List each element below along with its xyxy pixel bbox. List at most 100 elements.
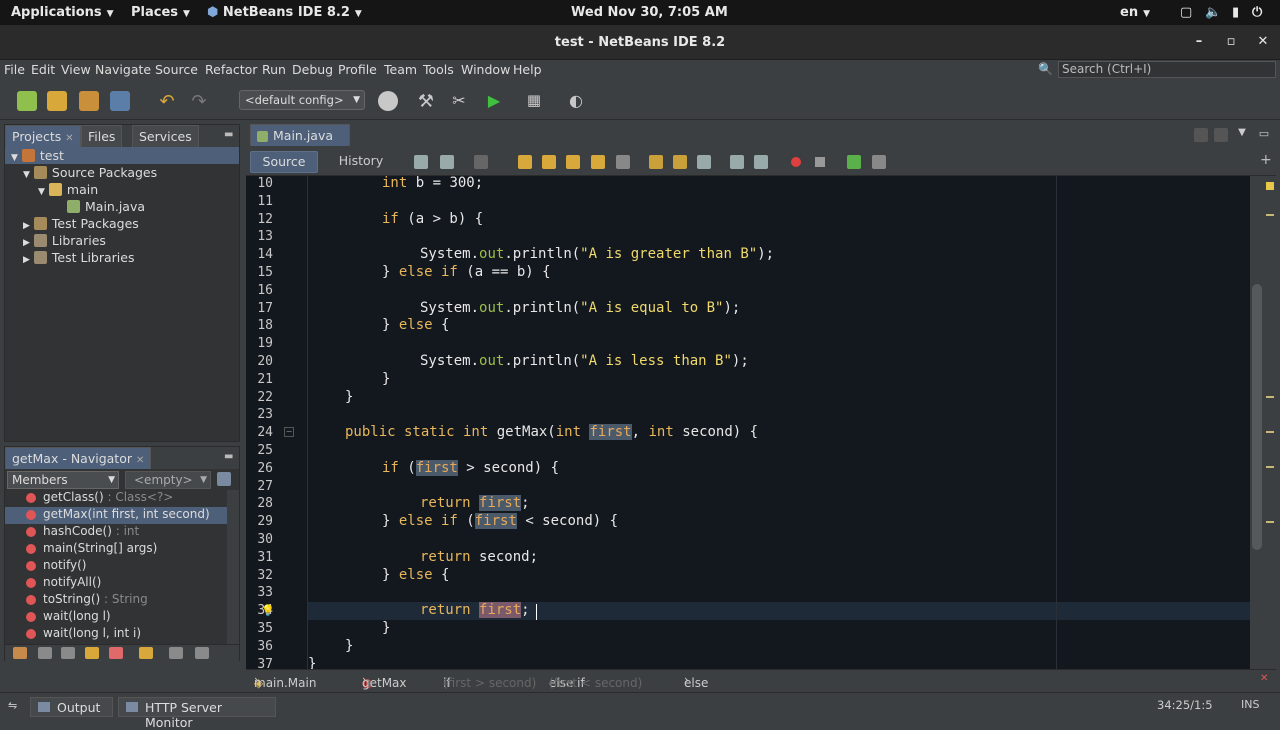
close-breadcrumb-icon[interactable]: ✕ [1260,673,1268,684]
filter-methods-icon[interactable] [109,647,123,659]
applications-menu[interactable]: Applications ▼ [11,5,114,20]
toggle-rect-select-icon[interactable] [616,155,630,169]
occurrence-marker[interactable] [1266,396,1274,398]
new-project-icon[interactable] [47,91,67,111]
member-notifyall[interactable]: notifyAll() [26,575,101,589]
menu-edit[interactable]: Edit [31,62,55,77]
shift-left-icon[interactable] [730,155,744,169]
menu-refactor[interactable]: Refactor [205,62,257,77]
tree-item-test-packages[interactable]: ▶ Test Packages [23,216,139,231]
tree-item-source-packages[interactable]: ▼ Source Packages [23,165,157,180]
member-hashcode[interactable]: hashCode() : int [26,524,139,538]
editor-vertical-scrollbar[interactable] [1250,176,1264,669]
search-icon[interactable]: 🔍 [1038,62,1054,78]
filter-fields-icon[interactable] [13,647,27,659]
menu-source[interactable]: Source [155,62,198,77]
tree-item-main-java[interactable]: Main.java [67,199,145,214]
previous-bookmark-icon[interactable] [649,155,663,169]
menu-navigate[interactable]: Navigate [95,62,151,77]
notifications-icon[interactable]: ⇋ [8,699,17,712]
menu-view[interactable]: View [61,62,91,77]
filter-inherited-icon[interactable] [85,647,99,659]
language-indicator[interactable]: en ▼ [1120,5,1150,20]
run-icon[interactable]: ▶ [484,91,504,111]
minimize-panel-icon[interactable]: ▬ [224,129,233,140]
fqn-icon[interactable] [195,647,209,659]
back-icon[interactable] [440,155,454,169]
shift-right-icon[interactable] [754,155,768,169]
menu-debug[interactable]: Debug [292,62,333,77]
toggle-bookmark-icon[interactable] [697,155,711,169]
next-bookmark-icon[interactable] [673,155,687,169]
tab-services[interactable]: Services [132,125,199,147]
start-macro-record-icon[interactable] [791,157,801,167]
menu-profile[interactable]: Profile [338,62,377,77]
fold-collapse-icon[interactable]: − [284,427,294,437]
occurrence-marker[interactable] [1266,431,1274,433]
minimize-panel-icon[interactable]: ▬ [224,451,233,462]
lightbulb-hint-icon[interactable]: 💡 [261,604,275,617]
build-hammer-icon[interactable]: ⚒ [416,91,436,112]
occurrence-marker[interactable] [1266,214,1274,216]
config-select[interactable]: <default config> ▼ [239,90,365,110]
tab-navigator[interactable]: getMax - Navigator ✕ [5,447,152,469]
breadcrumb-else[interactable]: else › [684,673,708,690]
search-input[interactable]: Search (Ctrl+I) [1058,61,1276,78]
debug-icon[interactable]: ▦ [524,91,544,111]
sort-source-icon[interactable] [169,647,183,659]
tab-main-java[interactable]: Main.java ✕ [250,124,350,158]
minimize-button[interactable]: – [1191,34,1207,50]
close-button[interactable]: ✕ [1255,34,1271,50]
profile-icon[interactable]: ◐ [566,91,586,111]
volume-icon[interactable]: 🔈 [1205,5,1221,20]
scroll-tabs-right-icon[interactable] [1214,128,1228,142]
tab-projects[interactable]: Projects ✕ [5,125,81,147]
tree-item-main[interactable]: ▼ main [38,182,98,197]
new-file-icon[interactable] [17,91,37,111]
history-tab[interactable]: History [326,151,396,173]
globe-icon[interactable] [378,91,398,111]
comment-icon[interactable] [847,155,861,169]
active-app-menu[interactable]: ⬢ NetBeans IDE 8.2 ▼ [207,5,362,20]
add-split-icon[interactable]: + [1260,152,1272,168]
close-icon[interactable]: ✕ [65,133,73,144]
maximize-button[interactable]: ▫ [1223,34,1239,50]
last-edit-icon[interactable] [414,155,428,169]
breadcrumb-class[interactable]: ◈ main.Main › [254,673,316,690]
tab-list-chevron-down-icon[interactable]: ▼ [1234,127,1250,142]
breadcrumb-method[interactable]: ◍ getMax › [362,673,407,690]
battery-icon[interactable]: ▮ [1232,5,1239,20]
output-button[interactable]: Output [30,697,113,717]
clean-build-icon[interactable]: ✂ [449,91,469,111]
member-notify[interactable]: notify() [26,558,86,572]
find-icon[interactable] [518,155,532,169]
member-tostring[interactable]: toString() : String [26,592,148,606]
save-all-icon[interactable] [110,91,130,111]
maximize-editor-icon[interactable]: ▭ [1256,127,1272,142]
clock[interactable]: Wed Nov 30, 7:05 AM [571,5,728,20]
window-toggle-icon[interactable]: ▢ [1180,5,1192,20]
places-menu[interactable]: Places ▼ [131,5,190,20]
sort-icon[interactable] [139,647,153,659]
toggle-highlight-icon[interactable] [591,155,605,169]
uncomment-icon[interactable] [872,155,886,169]
redo-icon[interactable]: ↷ [189,91,209,112]
navigator-scrollbar[interactable] [227,490,239,644]
tab-files[interactable]: Files [81,125,123,147]
member-getclass[interactable]: getClass() : Class<?> [26,490,173,504]
menu-tools[interactable]: Tools [423,62,454,77]
menu-run[interactable]: Run [262,62,286,77]
members-select[interactable]: Members ▼ [7,471,119,489]
tree-item-libraries[interactable]: ▶ Libraries [23,233,106,248]
scroll-tabs-left-icon[interactable] [1194,128,1208,142]
occurrence-marker[interactable] [1266,466,1274,468]
stop-macro-record-icon[interactable] [815,157,825,167]
occurrence-marker[interactable] [1266,521,1274,523]
source-tab[interactable]: Source [250,151,318,173]
filter-static-icon[interactable] [38,647,52,659]
find-previous-icon[interactable] [542,155,556,169]
menu-file[interactable]: File [4,62,25,77]
code-editor[interactable]: 10 11 12 13 14 15 16 17 18 19 20 21 22 2… [246,176,1250,669]
undo-icon[interactable]: ↶ [157,91,177,112]
menu-help[interactable]: Help [513,62,542,77]
